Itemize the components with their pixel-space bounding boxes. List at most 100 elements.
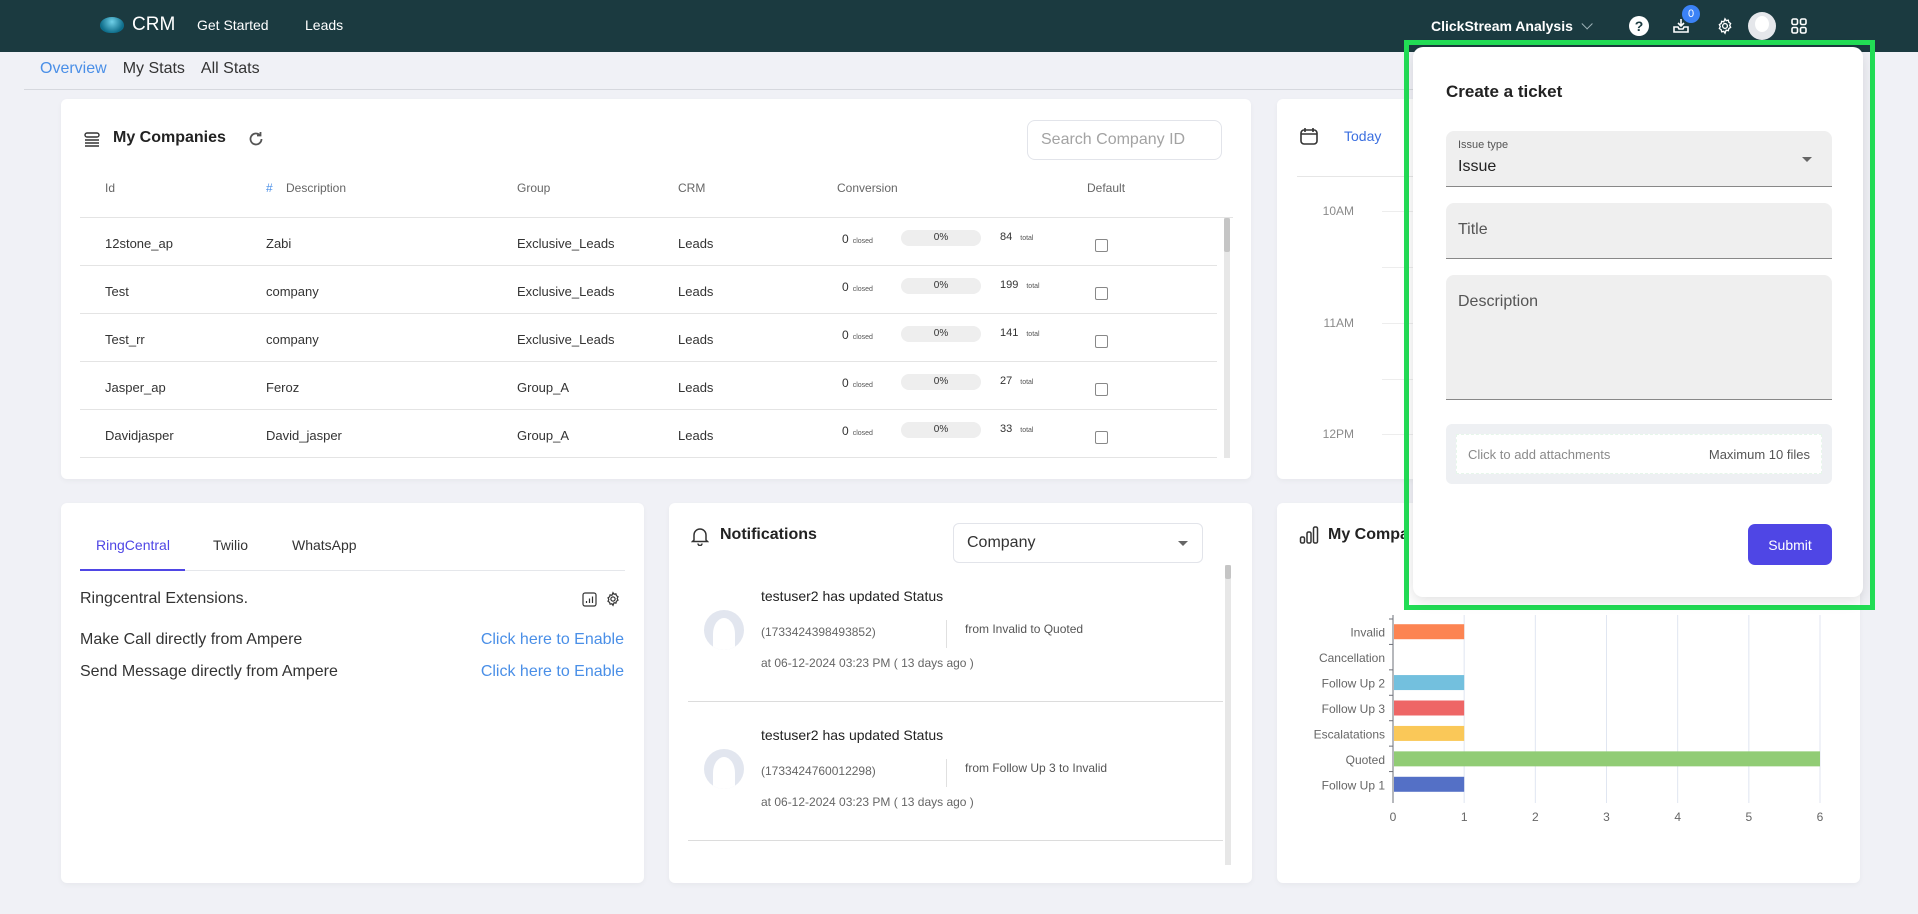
notifications-scrollbar[interactable] <box>1225 565 1231 865</box>
issue-type-select[interactable]: Issue type Issue <box>1446 131 1832 187</box>
y-tick-label: Cancellation <box>1319 651 1385 665</box>
cell-id: Test <box>105 284 129 299</box>
gear-icon[interactable] <box>1715 16 1735 36</box>
issue-type-label: Issue type <box>1458 139 1509 151</box>
cell-crm: Leads <box>678 428 714 443</box>
search-company-input[interactable] <box>1027 120 1222 160</box>
attachments-inner[interactable]: Click to add attachments Maximum 10 file… <box>1456 434 1822 474</box>
description-textarea[interactable]: Description <box>1446 275 1832 400</box>
scrollbar-thumb[interactable] <box>1225 565 1231 579</box>
x-tick-label: 5 <box>1745 810 1752 824</box>
default-checkbox[interactable] <box>1095 383 1108 396</box>
cell-group: Exclusive_Leads <box>517 236 615 251</box>
notification-id: (1733424398493852) <box>761 625 876 639</box>
y-tick-label: Escalatations <box>1314 727 1385 741</box>
column-header-default[interactable]: Default <box>1087 181 1125 195</box>
bar-quoted[interactable] <box>1394 751 1820 767</box>
tab-whatsapp[interactable]: WhatsApp <box>292 537 357 553</box>
app-logo[interactable]: CRM <box>100 14 175 36</box>
enable-call-link[interactable]: Click here to Enable <box>481 631 624 649</box>
title-input[interactable]: Title <box>1446 203 1832 259</box>
default-checkbox[interactable] <box>1095 431 1108 444</box>
integrations-card: RingCentral Twilio WhatsApp Ringcentral … <box>61 503 644 883</box>
cell-closed: 0 closed <box>842 376 873 390</box>
default-checkbox[interactable] <box>1095 287 1108 300</box>
divider <box>946 620 947 648</box>
send-message-text: Send Message directly from Ampere <box>80 663 338 680</box>
y-tick-label: Follow Up 2 <box>1322 677 1386 691</box>
ringcentral-heading: Ringcentral Extensions. <box>80 590 249 607</box>
tab-my-stats[interactable]: My Stats <box>123 60 185 78</box>
bar-follow-up-3[interactable] <box>1394 700 1465 716</box>
list-icon <box>83 131 101 154</box>
bar-escalatations[interactable] <box>1394 725 1465 741</box>
report-icon[interactable] <box>582 592 597 612</box>
cell-description: Feroz <box>266 380 300 395</box>
cell-total: 199 total <box>1000 279 1040 291</box>
user-avatar[interactable] <box>1748 12 1776 40</box>
closed-count: 0 <box>842 328 849 342</box>
time-label: 10AM <box>1322 204 1354 218</box>
avatar <box>704 610 744 650</box>
tab-twilio[interactable]: Twilio <box>213 537 248 553</box>
submit-button[interactable]: Submit <box>1748 524 1832 565</box>
workspace-selector[interactable]: ClickStream Analysis <box>1431 18 1593 34</box>
column-header-group[interactable]: Group <box>517 181 550 195</box>
table-row[interactable]: Jasper_ap Feroz Group_A Leads 0 closed 0% 27 tot… <box>80 362 1217 410</box>
bell-icon <box>690 526 710 551</box>
attachments-dropzone[interactable]: Click to add attachments Maximum 10 file… <box>1446 424 1832 484</box>
cell-closed: 0 closed <box>842 232 873 246</box>
cell-total: 27 total <box>1000 375 1033 387</box>
issue-type-value: Issue <box>1458 158 1497 175</box>
scrollbar-thumb[interactable] <box>1224 218 1230 252</box>
default-checkbox[interactable] <box>1095 335 1108 348</box>
total-count: 141 <box>1000 327 1019 339</box>
bar-follow-up-2[interactable] <box>1394 675 1465 691</box>
nav-get-started[interactable]: Get Started <box>197 17 269 33</box>
default-checkbox[interactable] <box>1095 239 1108 252</box>
cell-group: Exclusive_Leads <box>517 332 615 347</box>
column-header-description[interactable]: Description <box>286 181 346 195</box>
caret-down-icon <box>1178 541 1188 546</box>
table-row[interactable]: Test_rr company Exclusive_Leads Leads 0 close… <box>80 314 1217 362</box>
notification-change: from Follow Up 3 to Invalid <box>965 761 1108 775</box>
column-header-conversion[interactable]: Conversion <box>837 181 898 195</box>
notification-filter-select[interactable]: Company <box>953 523 1203 563</box>
table-row[interactable]: 12stone_ap Zabi Exclusive_Leads Leads 0 close… <box>80 218 1217 266</box>
tab-all-stats[interactable]: All Stats <box>201 60 260 78</box>
notifications-card: Notifications Company testuser2 has upda… <box>669 503 1252 883</box>
apps-grid-icon[interactable] <box>1789 16 1809 36</box>
total-count: 84 <box>1000 231 1013 243</box>
nav-leads[interactable]: Leads <box>305 17 343 33</box>
divider <box>946 759 947 787</box>
table-row[interactable]: Test company Exclusive_Leads Leads 0 closed 0%… <box>80 266 1217 314</box>
title-placeholder: Title <box>1458 221 1488 238</box>
table-row[interactable]: Davidjasper David_jasper Group_A Leads 0 clos… <box>80 410 1217 458</box>
cell-id: Jasper_ap <box>105 380 166 395</box>
refresh-icon[interactable] <box>247 130 265 153</box>
closed-count: 0 <box>842 232 849 246</box>
closed-label: closed <box>852 430 873 437</box>
tab-overview[interactable]: Overview <box>40 60 107 78</box>
help-icon[interactable]: ? <box>1629 16 1649 36</box>
cell-description: David_jasper <box>266 428 342 443</box>
bar-follow-up-1[interactable] <box>1394 776 1465 792</box>
column-header-crm[interactable]: CRM <box>678 181 705 195</box>
enable-message-link[interactable]: Click here to Enable <box>481 663 624 681</box>
avatar <box>704 749 744 789</box>
closed-label: closed <box>852 238 873 245</box>
bar-invalid[interactable] <box>1394 624 1465 640</box>
gear-icon[interactable] <box>605 591 621 612</box>
cell-total: 141 total <box>1000 327 1040 339</box>
tab-ringcentral[interactable]: RingCentral <box>96 537 170 553</box>
notification-item[interactable]: testuser2 has updated Status (1733424760… <box>688 702 1223 841</box>
closed-count: 0 <box>842 376 849 390</box>
table-scrollbar[interactable] <box>1224 218 1230 458</box>
closed-label: closed <box>852 334 873 341</box>
make-call-text: Make Call directly from Ampere <box>80 631 303 648</box>
today-button[interactable]: Today <box>1344 128 1381 144</box>
attach-text: Click to add attachments <box>1468 446 1611 462</box>
notification-item[interactable]: testuser2 has updated Status (1733424398… <box>688 563 1223 702</box>
column-header-id[interactable]: Id <box>105 181 115 195</box>
notification-id: (1733424760012298) <box>761 764 876 778</box>
